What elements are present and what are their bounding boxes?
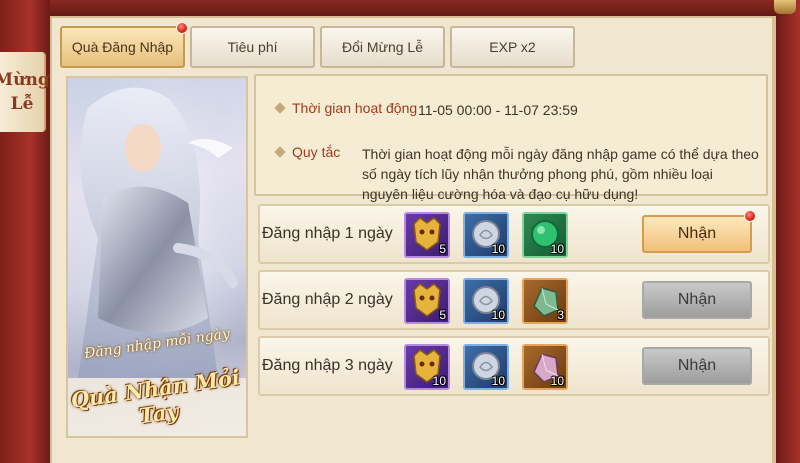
- event-time-row: Thời gian hoạt động 11-05 00:00 - 11-07 …: [274, 100, 578, 120]
- notification-dot-icon: [744, 210, 756, 222]
- event-rules-text: Thời gian hoạt động mỗi ngày đăng nhập g…: [362, 146, 759, 202]
- event-time-value: 11-05 00:00 - 11-07 23:59: [418, 102, 578, 118]
- event-info-box: Thời gian hoạt động 11-05 00:00 - 11-07 …: [254, 74, 768, 202]
- reward-row-day-1: Đăng nhập 1 ngày 5 10 10 Nhận: [258, 204, 770, 264]
- golden-mask-icon[interactable]: 5: [404, 278, 450, 324]
- item-count: 5: [439, 242, 446, 256]
- green-crystal-icon[interactable]: 3: [522, 278, 568, 324]
- silver-coin-icon[interactable]: 10: [463, 278, 509, 324]
- notification-dot-icon: [176, 22, 188, 34]
- tab-spending[interactable]: Tiêu phí: [190, 26, 315, 68]
- item-count: 10: [491, 374, 505, 388]
- side-tab-label-line1: Mừng: [0, 70, 50, 90]
- golden-mask-icon[interactable]: 10: [404, 344, 450, 390]
- jade-orb-icon[interactable]: 10: [522, 212, 568, 258]
- claim-button[interactable]: Nhận: [642, 210, 756, 253]
- item-count: 10: [432, 374, 446, 388]
- close-icon[interactable]: [774, 0, 796, 14]
- side-tab-festival[interactable]: Mừng Lễ: [0, 52, 50, 132]
- event-rules-row: Quy tắc Thời gian hoạt động mỗi ngày đăn…: [274, 144, 762, 204]
- golden-mask-icon[interactable]: 5: [404, 212, 450, 258]
- item-count: 10: [550, 242, 564, 256]
- window-frame-right: [776, 0, 800, 463]
- claim-button-label: Nhận: [677, 357, 717, 374]
- item-count: 10: [491, 308, 505, 322]
- event-rules-label: Quy tắc: [292, 144, 341, 160]
- tab-festival-exchange[interactable]: Đổi Mừng Lễ: [320, 26, 445, 68]
- reward-row-label: Đăng nhập 1 ngày: [262, 225, 393, 242]
- diamond-bullet-icon: [274, 102, 286, 114]
- silver-coin-icon[interactable]: 10: [463, 212, 509, 258]
- claim-button[interactable]: Nhận: [642, 347, 752, 385]
- reward-row-day-2: Đăng nhập 2 ngày 5 10 3 Nhận: [258, 270, 770, 330]
- claim-button-label: Nhận: [677, 225, 717, 242]
- item-count: 3: [557, 308, 564, 322]
- item-count: 10: [550, 374, 564, 388]
- claim-button[interactable]: Nhận: [642, 281, 752, 319]
- tab-login-gift[interactable]: Quà Đăng Nhập: [60, 22, 188, 68]
- pink-crystal-icon[interactable]: 10: [522, 344, 568, 390]
- tab-label: Quà Đăng Nhập: [71, 39, 174, 55]
- promo-banner: Đăng nhập mỗi ngày Quà Nhận Mỏi Tay: [66, 76, 248, 438]
- diamond-bullet-icon: [274, 146, 286, 158]
- silver-coin-icon[interactable]: 10: [463, 344, 509, 390]
- tab-label: Tiêu phí: [227, 39, 278, 55]
- tab-bar: Quà Đăng Nhập Tiêu phí Đổi Mừng Lễ EXP x…: [60, 22, 575, 70]
- item-count: 10: [491, 242, 505, 256]
- reward-row-label: Đăng nhập 2 ngày: [262, 291, 393, 308]
- tab-label: Đổi Mừng Lễ: [342, 39, 423, 55]
- reward-row-day-3: Đăng nhập 3 ngày 10 10 10 Nhận: [258, 336, 770, 396]
- reward-row-label: Đăng nhập 3 ngày: [262, 357, 393, 374]
- claim-button-label: Nhận: [677, 291, 717, 308]
- event-panel: Quà Đăng Nhập Tiêu phí Đổi Mừng Lễ EXP x…: [50, 16, 776, 463]
- item-count: 5: [439, 308, 446, 322]
- tab-exp-double[interactable]: EXP x2: [450, 26, 575, 68]
- side-tab-label-line2: Lễ: [10, 94, 34, 114]
- tab-label: EXP x2: [489, 39, 536, 55]
- event-time-label: Thời gian hoạt động: [292, 100, 418, 116]
